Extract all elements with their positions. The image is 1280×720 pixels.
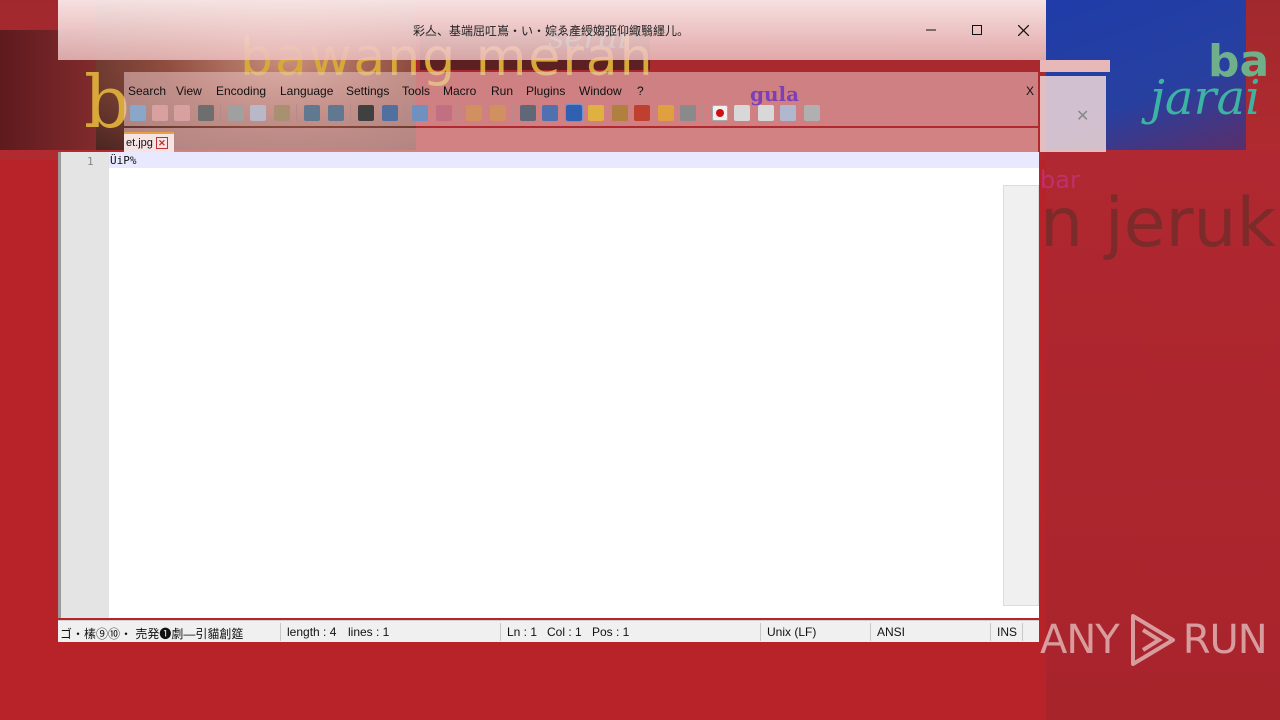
close-button[interactable] xyxy=(1000,16,1046,44)
menu-macro[interactable]: Macro xyxy=(443,84,476,98)
maximize-icon xyxy=(972,25,982,35)
zoom-in-icon[interactable] xyxy=(412,105,428,121)
show-all-characters-icon[interactable] xyxy=(542,105,558,121)
tab-close-icon[interactable]: ✕ xyxy=(155,137,168,149)
tab-label: et.jpg xyxy=(126,137,153,149)
word-wrap-icon[interactable] xyxy=(520,105,536,121)
close-file-icon[interactable] xyxy=(152,105,168,121)
print-icon[interactable] xyxy=(198,105,214,121)
stop-macro-icon[interactable] xyxy=(734,105,750,121)
document-map-icon[interactable] xyxy=(612,105,628,121)
close-all-icon[interactable] xyxy=(174,105,190,121)
new-file-icon[interactable] xyxy=(130,105,146,121)
status-col: Col : 1 xyxy=(547,625,582,639)
function-list-icon[interactable] xyxy=(634,105,650,121)
window-title: 彩亼、基端屈叿嶌・い・婃ゑ產綬媰弬仰緅翳纆儿。 xyxy=(413,24,690,38)
sync-vertical-icon[interactable] xyxy=(466,105,482,121)
menu-window[interactable]: Window xyxy=(579,84,622,98)
status-lines: lines : 1 xyxy=(348,625,390,639)
folder-workspace-icon[interactable] xyxy=(658,105,674,121)
status-ln: Ln : 1 xyxy=(507,625,538,639)
status-eol: Unix (LF) xyxy=(767,625,817,639)
vertical-scrollbar[interactable] xyxy=(1003,185,1039,606)
tab-file[interactable]: et.jpg ✕ xyxy=(124,132,174,152)
cut-icon[interactable] xyxy=(228,105,244,121)
copy-icon[interactable] xyxy=(250,105,266,121)
editor-area[interactable]: 1 ÜiP% xyxy=(58,152,1039,618)
status-pos: Pos : 1 xyxy=(592,625,630,639)
title-bar[interactable]: 彩亼、基端屈叿嶌・い・婃ゑ產綬媰弬仰緅翳纆儿。 xyxy=(58,0,1046,60)
sync-horizontal-icon[interactable] xyxy=(490,105,506,121)
close-document-button[interactable]: X xyxy=(1026,84,1034,98)
line-number-gutter: 1 xyxy=(61,152,109,618)
replace-icon[interactable] xyxy=(382,105,398,121)
ghost-close-icon: ✕ xyxy=(1076,108,1090,125)
menu-run[interactable]: Run xyxy=(491,84,513,98)
watermark-text-run: RUN xyxy=(1182,617,1268,663)
toolbar xyxy=(128,102,908,124)
menu-settings[interactable]: Settings xyxy=(346,84,389,98)
current-line-highlight xyxy=(109,152,1039,168)
editor-line-text[interactable]: ÜiP% xyxy=(110,154,137,167)
ghost-dialog xyxy=(1040,76,1106,152)
minimize-icon xyxy=(926,29,936,31)
maximize-button[interactable] xyxy=(954,16,1000,44)
status-file-type: ゴ・榡⑨⑩・ 売発❶劇―引貓創筵 xyxy=(60,627,244,641)
status-length: length : 4 xyxy=(287,625,337,639)
background-pink-strip xyxy=(1040,60,1110,72)
undo-icon[interactable] xyxy=(304,105,320,121)
redo-icon[interactable] xyxy=(328,105,344,121)
menu-bar: Search View Encoding Language Settings T… xyxy=(124,82,1038,102)
record-macro-icon[interactable] xyxy=(712,105,728,121)
find-icon[interactable] xyxy=(358,105,374,121)
tab-bar: et.jpg ✕ xyxy=(124,128,1038,152)
play-macro-icon[interactable] xyxy=(758,105,774,121)
status-bar: ゴ・榡⑨⑩・ 売発❶劇―引貓創筵 length : 4 lines : 1 Ln… xyxy=(58,620,1039,642)
monitoring-icon[interactable] xyxy=(680,105,696,121)
run-macro-multiple-icon[interactable] xyxy=(780,105,796,121)
watermark-text-any: ANY xyxy=(1040,617,1120,663)
close-icon xyxy=(1017,24,1029,36)
save-macro-icon[interactable] xyxy=(804,105,820,121)
minimize-button[interactable] xyxy=(908,16,954,44)
menu-help[interactable]: ? xyxy=(637,84,644,98)
status-encoding: ANSI xyxy=(877,625,906,639)
menu-view[interactable]: View xyxy=(176,84,202,98)
indent-guide-icon[interactable] xyxy=(565,104,583,122)
play-logo-icon xyxy=(1130,614,1175,666)
line-number: 1 xyxy=(87,155,94,168)
user-language-icon[interactable] xyxy=(588,105,604,121)
menu-plugins[interactable]: Plugins xyxy=(526,84,565,98)
menu-language[interactable]: Language xyxy=(280,84,333,98)
menu-search[interactable]: Search xyxy=(128,84,166,98)
menu-encoding[interactable]: Encoding xyxy=(216,84,266,98)
paste-icon[interactable] xyxy=(274,105,290,121)
zoom-out-icon[interactable] xyxy=(436,105,452,121)
status-insert-mode: INS xyxy=(997,625,1018,639)
anyrun-watermark: ANY RUN xyxy=(1040,612,1268,668)
notepad-window: 彩亼、基端屈叿嶌・い・婃ゑ產綬媰弬仰緅翳纆儿。 Search View Enco… xyxy=(58,0,1046,645)
menu-tools[interactable]: Tools xyxy=(402,84,430,98)
